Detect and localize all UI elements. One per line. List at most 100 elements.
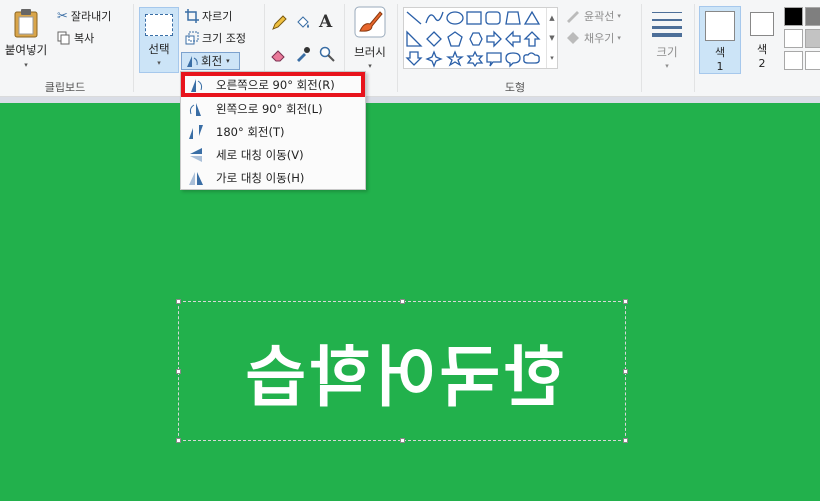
diamond-shape-icon bbox=[426, 31, 442, 47]
shapes-scrollbar[interactable]: ▲ ▼ ▾ bbox=[546, 8, 557, 68]
outline-icon bbox=[567, 11, 579, 23]
color1-number: 1 bbox=[716, 60, 724, 73]
callout-rect-shape-icon bbox=[486, 52, 502, 67]
palette-color-empty-1[interactable] bbox=[784, 51, 803, 70]
resize-handle[interactable] bbox=[176, 438, 181, 443]
fill-bucket-icon[interactable] bbox=[295, 15, 311, 31]
resize-handle[interactable] bbox=[623, 299, 628, 304]
clipboard-icon bbox=[14, 9, 38, 38]
star6-shape-icon bbox=[466, 50, 484, 68]
color1-label: 색 bbox=[714, 46, 726, 59]
rotate-label: 회전 bbox=[201, 54, 223, 68]
menu-item-label: 왼쪽으로 90° 회전(L) bbox=[216, 101, 323, 116]
polygon-shape-icon bbox=[505, 11, 521, 25]
resize-handle[interactable] bbox=[400, 438, 405, 443]
flip-horizontal-icon bbox=[189, 171, 203, 185]
canvas-selection[interactable]: 한국어학습 bbox=[176, 299, 628, 443]
canvas-frame bbox=[0, 97, 820, 103]
resize-handle[interactable] bbox=[176, 369, 181, 374]
rotate-right-icon bbox=[191, 78, 203, 92]
resize-button[interactable]: 크기 조정 bbox=[185, 29, 246, 47]
resize-icon bbox=[185, 31, 199, 45]
star5-shape-icon bbox=[446, 50, 464, 67]
magnifier-icon[interactable] bbox=[319, 46, 335, 62]
scroll-up-icon[interactable]: ▲ bbox=[547, 8, 557, 28]
brush-icon bbox=[354, 6, 386, 38]
palette-color-lightgray[interactable] bbox=[805, 29, 820, 48]
clipboard-group-label: 클립보드 bbox=[44, 81, 86, 94]
ribbon: 붙여넣기 ▾ ✂ 잘라내기 복사 클립보드 선택 ▾ 자르기 크기 조정 회전 … bbox=[0, 0, 820, 97]
flip-vertical-icon bbox=[190, 147, 202, 162]
chevron-down-icon: ▾ bbox=[24, 61, 28, 69]
paste-button[interactable]: 붙여넣기 ▾ bbox=[2, 6, 50, 72]
arrow-up-shape-icon bbox=[523, 31, 541, 47]
curve-shape-icon bbox=[425, 11, 444, 24]
rotate-180-item[interactable]: 180° 회전(T) bbox=[182, 120, 364, 143]
select-button[interactable]: 선택 ▾ bbox=[139, 7, 179, 73]
fill-icon bbox=[567, 32, 579, 44]
arrow-right-shape-icon bbox=[486, 30, 502, 48]
scissors-icon: ✂ bbox=[57, 8, 68, 24]
separator bbox=[694, 4, 695, 92]
resize-handle[interactable] bbox=[623, 369, 628, 374]
menu-item-label: 세로 대칭 이동(V) bbox=[216, 147, 304, 162]
chevron-down-icon: ▾ bbox=[665, 62, 669, 70]
palette-color-gray[interactable] bbox=[805, 7, 820, 26]
crop-label: 자르기 bbox=[202, 10, 233, 23]
brush-label: 브러시 bbox=[354, 45, 386, 59]
rotate-left-90-item[interactable]: 왼쪽으로 90° 회전(L) bbox=[182, 97, 364, 120]
color2-button[interactable]: 색 2 bbox=[746, 6, 778, 74]
brush-button[interactable]: 브러시 ▾ bbox=[348, 6, 392, 72]
fill-button[interactable]: 채우기 ▾ bbox=[565, 29, 621, 47]
callout-oval-shape-icon bbox=[505, 52, 521, 68]
crop-icon bbox=[185, 9, 199, 23]
color-picker-icon[interactable] bbox=[295, 46, 311, 62]
paste-label: 붙여넣기 bbox=[4, 43, 48, 57]
color1-button[interactable]: 색 1 bbox=[699, 6, 741, 74]
color2-label: 색 bbox=[756, 43, 768, 56]
copy-button[interactable]: 복사 bbox=[57, 29, 94, 47]
rounded-rect-shape-icon bbox=[485, 11, 501, 25]
resize-handle[interactable] bbox=[176, 299, 181, 304]
chevron-down-icon: ▾ bbox=[226, 57, 230, 65]
text-tool-icon[interactable]: A bbox=[319, 12, 332, 32]
palette-color-empty-2[interactable] bbox=[805, 51, 820, 70]
outline-button[interactable]: 윤곽선 ▾ bbox=[565, 7, 621, 25]
resize-handle[interactable] bbox=[623, 438, 628, 443]
fill-label: 채우기 bbox=[584, 32, 615, 45]
hexagon-shape-icon bbox=[469, 32, 483, 46]
pencil-icon[interactable] bbox=[271, 15, 287, 31]
size-button[interactable]: 크기 ▾ bbox=[646, 6, 688, 72]
rotate-icon bbox=[187, 56, 198, 67]
chevron-down-icon: ▾ bbox=[368, 62, 372, 70]
rotate-right-90-item[interactable]: 오른쪽으로 90° 회전(R) bbox=[181, 72, 365, 97]
line-width-icon bbox=[652, 12, 682, 37]
flip-horizontal-item[interactable]: 가로 대칭 이동(H) bbox=[182, 166, 364, 189]
palette-color-black[interactable] bbox=[784, 7, 803, 26]
shapes-gallery[interactable]: ▲ ▼ ▾ bbox=[403, 7, 558, 69]
select-label: 선택 bbox=[148, 42, 170, 56]
expand-icon[interactable]: ▾ bbox=[547, 48, 557, 68]
separator bbox=[133, 4, 134, 92]
cut-button[interactable]: ✂ 잘라내기 bbox=[57, 7, 111, 25]
palette-color-white[interactable] bbox=[784, 29, 803, 48]
rotate-left-icon bbox=[189, 102, 201, 116]
separator bbox=[397, 4, 398, 92]
shapes-group-label: 도형 bbox=[504, 81, 526, 94]
line-shape-icon bbox=[406, 11, 422, 25]
resize-handle[interactable] bbox=[400, 299, 405, 304]
eraser-icon[interactable] bbox=[271, 46, 287, 62]
copy-label: 복사 bbox=[74, 32, 95, 45]
cut-label: 잘라내기 bbox=[70, 10, 112, 23]
flip-vertical-item[interactable]: 세로 대칭 이동(V) bbox=[182, 143, 364, 166]
rotate-button[interactable]: 회전 ▾ bbox=[181, 52, 240, 70]
star4-shape-icon bbox=[425, 50, 443, 68]
chevron-down-icon: ▾ bbox=[617, 34, 621, 42]
rotate-menu: 오른쪽으로 90° 회전(R) 왼쪽으로 90° 회전(L) 180° 회전(T… bbox=[180, 71, 366, 190]
color2-number: 2 bbox=[758, 57, 766, 70]
chevron-down-icon: ▾ bbox=[617, 12, 621, 20]
scroll-down-icon[interactable]: ▼ bbox=[547, 28, 557, 48]
crop-button[interactable]: 자르기 bbox=[185, 7, 232, 25]
size-label: 크기 bbox=[656, 45, 678, 59]
oval-shape-icon bbox=[446, 11, 464, 25]
